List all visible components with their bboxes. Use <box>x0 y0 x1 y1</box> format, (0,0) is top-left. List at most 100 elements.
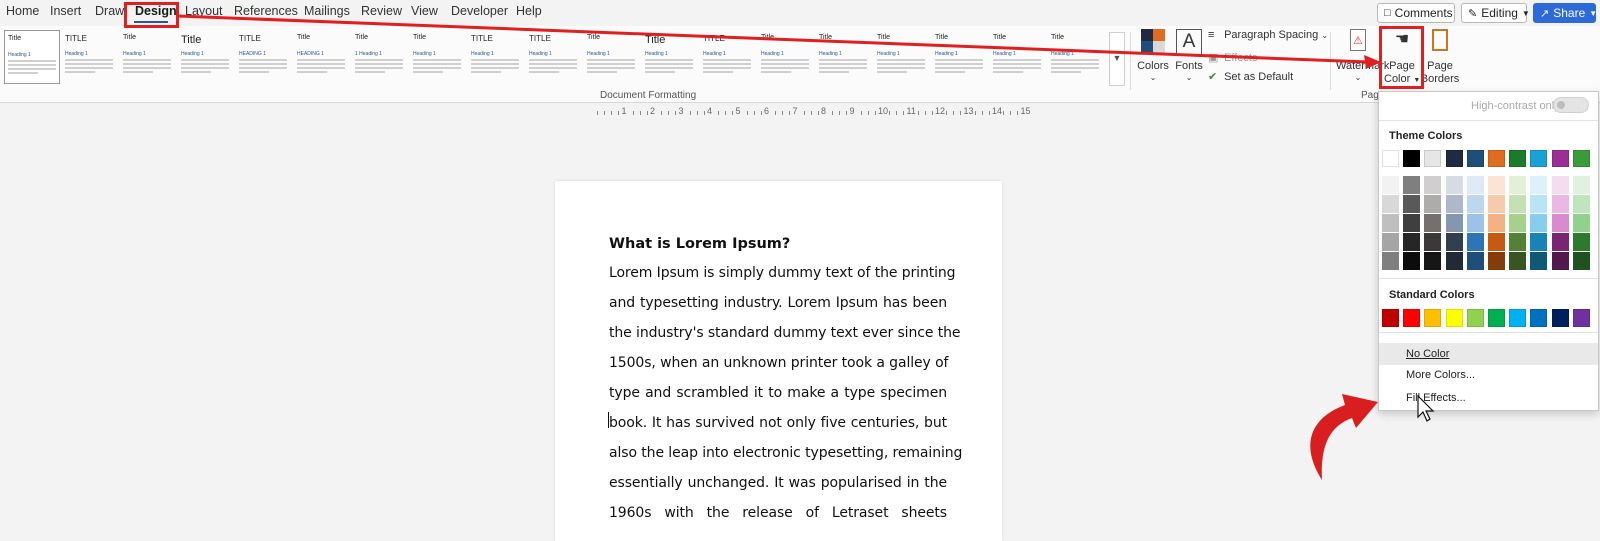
theme-shade-swatch[interactable] <box>1382 233 1399 251</box>
style-set-thumbnail[interactable]: TITLE Heading 1 <box>700 30 756 84</box>
standard-color-swatch[interactable] <box>1424 309 1442 327</box>
theme-shade-swatch[interactable] <box>1530 214 1548 232</box>
theme-shade-swatch[interactable] <box>1509 176 1527 194</box>
tab-draw[interactable]: Draw <box>95 4 124 18</box>
theme-color-swatch[interactable] <box>1466 150 1484 167</box>
style-set-thumbnail[interactable]: Title Heading 1 <box>1048 30 1104 84</box>
horizontal-ruler[interactable]: 1 2 3 4 5 6 7 8 9 10 11 12 13 14 15 <box>555 106 1031 120</box>
theme-shade-swatch[interactable] <box>1488 176 1505 194</box>
standard-color-swatch[interactable] <box>1572 309 1590 327</box>
theme-shade-swatch[interactable] <box>1572 214 1590 232</box>
tab-layout[interactable]: Layout <box>185 4 223 18</box>
tab-view[interactable]: View <box>411 4 438 18</box>
theme-fonts-button[interactable]: A Fonts ⌄ <box>1172 29 1206 89</box>
theme-color-swatch[interactable] <box>1509 150 1527 167</box>
theme-shade-swatch[interactable] <box>1382 252 1399 270</box>
style-set-thumbnail[interactable]: Title Heading 1 <box>4 30 60 84</box>
theme-shade-swatch[interactable] <box>1551 176 1569 194</box>
theme-shade-swatch[interactable] <box>1424 233 1442 251</box>
theme-shade-swatch[interactable] <box>1488 233 1505 251</box>
theme-shade-swatch[interactable] <box>1488 195 1505 213</box>
theme-color-swatch[interactable] <box>1424 150 1442 167</box>
standard-color-swatch[interactable] <box>1445 309 1463 327</box>
theme-shade-swatch[interactable] <box>1403 176 1421 194</box>
tab-insert[interactable]: Insert <box>50 4 81 18</box>
theme-shade-swatch[interactable] <box>1509 195 1527 213</box>
gallery-more-button[interactable]: ▼ <box>1109 32 1125 86</box>
style-set-thumbnail[interactable]: Title Heading 1 <box>816 30 872 84</box>
high-contrast-toggle[interactable] <box>1553 97 1589 113</box>
theme-shade-swatch[interactable] <box>1466 176 1484 194</box>
theme-color-swatch[interactable] <box>1382 150 1399 167</box>
style-set-thumbnail[interactable]: Title Heading 1 <box>584 30 640 84</box>
set-as-default-button[interactable]: ✔ Set as Default <box>1208 70 1293 83</box>
style-set-thumbnail[interactable]: Title Heading 1 <box>642 30 698 84</box>
style-set-thumbnail[interactable]: Title Heading 1 <box>874 30 930 84</box>
theme-shade-swatch[interactable] <box>1445 252 1463 270</box>
theme-shade-swatch[interactable] <box>1509 233 1527 251</box>
standard-color-swatch[interactable] <box>1382 309 1399 327</box>
style-set-thumbnail[interactable]: Title 1 Heading 1 <box>352 30 408 84</box>
theme-colors-button[interactable]: Colors ⌄ <box>1136 29 1170 89</box>
theme-shade-swatch[interactable] <box>1530 195 1548 213</box>
theme-shade-swatch[interactable] <box>1445 195 1463 213</box>
theme-shade-swatch[interactable] <box>1551 233 1569 251</box>
theme-shade-swatch[interactable] <box>1424 195 1442 213</box>
theme-color-swatch[interactable] <box>1551 150 1569 167</box>
theme-shade-swatch[interactable] <box>1530 252 1548 270</box>
tab-home[interactable]: Home <box>6 4 39 18</box>
style-set-thumbnail[interactable]: TITLE HEADING 1 <box>236 30 292 84</box>
tab-references[interactable]: References <box>234 4 298 18</box>
effects-button[interactable]: ▣ Effects <box>1208 51 1258 64</box>
theme-shade-swatch[interactable] <box>1424 214 1442 232</box>
style-set-thumbnail[interactable]: TITLE Heading 1 <box>468 30 524 84</box>
style-set-thumbnail[interactable]: Title Heading 1 <box>758 30 814 84</box>
standard-color-swatch[interactable] <box>1466 309 1484 327</box>
theme-shade-swatch[interactable] <box>1572 233 1590 251</box>
theme-shade-swatch[interactable] <box>1572 252 1590 270</box>
more-colors-menu-item[interactable]: More Colors... <box>1379 364 1598 386</box>
theme-shade-swatch[interactable] <box>1551 252 1569 270</box>
style-set-thumbnail[interactable]: Title Heading 1 <box>410 30 466 84</box>
theme-color-swatch[interactable] <box>1445 150 1463 167</box>
paragraph-spacing-button[interactable]: ≡ Paragraph Spacing ⌄ <box>1208 29 1328 41</box>
theme-shade-swatch[interactable] <box>1466 214 1484 232</box>
standard-color-swatch[interactable] <box>1551 309 1569 327</box>
style-set-thumbnail[interactable]: Title Heading 1 <box>178 30 234 84</box>
theme-shade-swatch[interactable] <box>1551 214 1569 232</box>
standard-color-swatch[interactable] <box>1509 309 1527 327</box>
style-set-thumbnail[interactable]: Title HEADING 1 <box>294 30 350 84</box>
theme-shade-swatch[interactable] <box>1466 252 1484 270</box>
tab-review[interactable]: Review <box>361 4 402 18</box>
editing-button[interactable]: ✎ Editing ▼ <box>1461 3 1530 23</box>
theme-shade-swatch[interactable] <box>1488 252 1505 270</box>
tab-developer[interactable]: Developer <box>451 4 508 18</box>
theme-color-swatch[interactable] <box>1530 150 1548 167</box>
theme-shade-swatch[interactable] <box>1403 195 1421 213</box>
style-set-thumbnail[interactable]: Title Heading 1 <box>932 30 988 84</box>
no-color-menu-item[interactable]: No Color <box>1379 343 1598 365</box>
standard-color-swatch[interactable] <box>1530 309 1548 327</box>
theme-shade-swatch[interactable] <box>1530 176 1548 194</box>
fill-effects-menu-item[interactable]: Fill Effects... <box>1379 387 1598 409</box>
theme-shade-swatch[interactable] <box>1382 195 1399 213</box>
theme-shade-swatch[interactable] <box>1424 176 1442 194</box>
theme-shade-swatch[interactable] <box>1509 214 1527 232</box>
comments-button[interactable]: □ Comments <box>1377 3 1455 23</box>
tab-mailings[interactable]: Mailings <box>304 4 350 18</box>
page-borders-button[interactable]: Page Borders <box>1420 29 1460 89</box>
style-set-thumbnail[interactable]: Title Heading 1 <box>120 30 176 84</box>
theme-color-swatch[interactable] <box>1488 150 1505 167</box>
theme-shade-swatch[interactable] <box>1445 214 1463 232</box>
standard-color-swatch[interactable] <box>1403 309 1421 327</box>
standard-color-swatch[interactable] <box>1488 309 1505 327</box>
style-set-thumbnail[interactable]: TITLE Heading 1 <box>62 30 118 84</box>
theme-shade-swatch[interactable] <box>1509 252 1527 270</box>
theme-shade-swatch[interactable] <box>1530 233 1548 251</box>
theme-shade-swatch[interactable] <box>1572 176 1590 194</box>
theme-shade-swatch[interactable] <box>1424 252 1442 270</box>
theme-shade-swatch[interactable] <box>1445 176 1463 194</box>
theme-shade-swatch[interactable] <box>1382 176 1399 194</box>
theme-shade-swatch[interactable] <box>1466 233 1484 251</box>
theme-shade-swatch[interactable] <box>1403 252 1421 270</box>
